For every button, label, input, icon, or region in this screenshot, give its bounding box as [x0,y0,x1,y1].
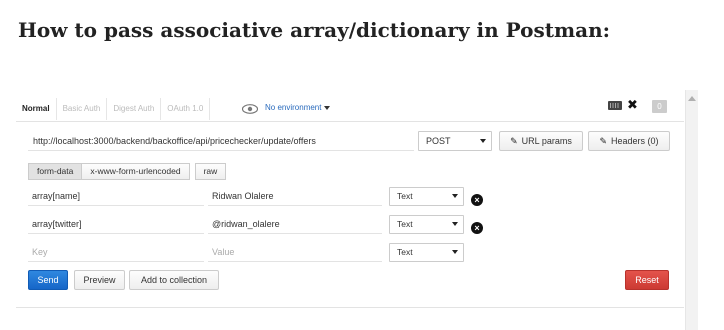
type-select[interactable]: Text [389,215,464,234]
key-field[interactable]: array[name] [28,186,204,206]
key-field[interactable]: array[twitter] [28,214,204,234]
tab-divider [16,121,684,122]
type-value: Text [397,191,413,201]
scroll-up-icon[interactable] [688,96,696,101]
count-badge: 0 [652,100,667,113]
value-field[interactable]: @ridwan_olalere [208,214,382,234]
url-input[interactable]: http://localhost:3000/backend/backoffice… [28,131,414,151]
tab-urlencoded[interactable]: x-www-form-urlencoded [81,163,190,180]
chevron-down-icon [480,139,486,143]
add-to-collection-button[interactable]: Add to collection [129,270,219,290]
url-params-button[interactable]: ✎ URL params [499,131,583,151]
tab-digest-auth[interactable]: Digest Auth [107,98,162,120]
tab-normal[interactable]: Normal [16,98,57,120]
key-field[interactable]: Key [28,242,204,262]
body-tabs: form-data x-www-form-urlencoded raw [28,163,227,180]
page-title: How to pass associative array/dictionary… [18,18,611,42]
headers-label: Headers (0) [611,136,659,146]
tools-icon[interactable]: ✖ [627,98,638,112]
headers-button[interactable]: ✎ Headers (0) [588,131,670,151]
chevron-down-icon [452,194,458,198]
remove-row-icon[interactable]: × [471,222,483,234]
environment-select[interactable]: No environment [265,103,331,112]
preview-button[interactable]: Preview [74,270,125,290]
edit-icon: ✎ [510,136,518,146]
scrollbar[interactable] [685,90,698,330]
keyboard-icon[interactable] [608,101,622,110]
type-value: Text [397,219,413,229]
environment-label: No environment [265,103,322,112]
eye-icon [242,104,258,114]
method-value: POST [426,136,451,146]
url-params-label: URL params [521,136,572,146]
value-field[interactable]: Ridwan Olalere [208,186,382,206]
tab-raw[interactable]: raw [194,163,227,180]
auth-tabs: Normal Basic Auth Digest Auth OAuth 1.0 [16,98,211,120]
type-value: Text [397,247,413,257]
tab-basic-auth[interactable]: Basic Auth [57,98,108,120]
method-select[interactable]: POST [418,131,492,151]
tab-form-data[interactable]: form-data [28,163,83,180]
send-button[interactable]: Send [28,270,68,290]
type-select[interactable]: Text [389,243,464,262]
edit-icon: ✎ [599,136,607,146]
remove-row-icon[interactable]: × [471,194,483,206]
type-select[interactable]: Text [389,187,464,206]
chevron-down-icon [324,105,331,110]
chevron-down-icon [452,222,458,226]
chevron-down-icon [452,250,458,254]
tab-oauth[interactable]: OAuth 1.0 [161,98,211,120]
value-field[interactable]: Value [208,242,382,262]
reset-button[interactable]: Reset [625,270,669,290]
